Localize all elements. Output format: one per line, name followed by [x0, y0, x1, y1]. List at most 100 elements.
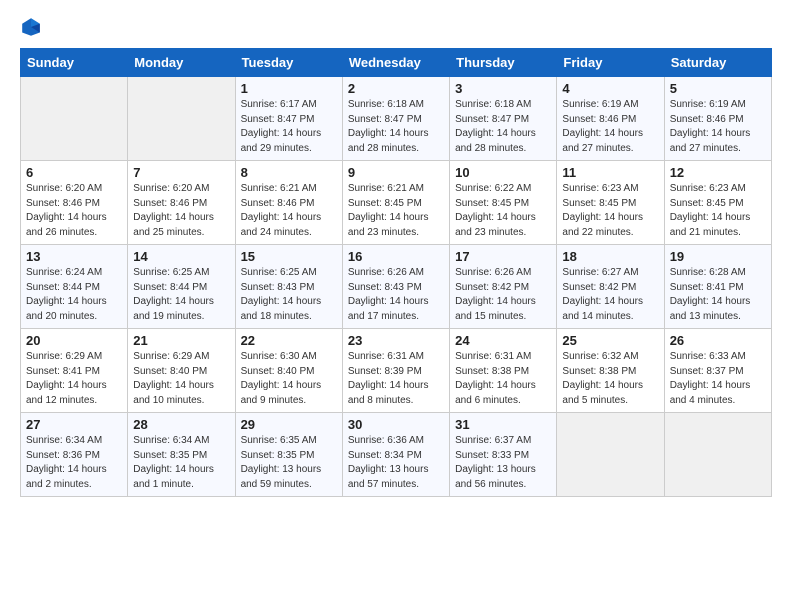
calendar-cell: 8 Sunrise: 6:21 AM Sunset: 8:46 PM Daylig…: [235, 161, 342, 245]
day-info: Sunrise: 6:24 AM Sunset: 8:44 PM Dayligh…: [26, 266, 122, 324]
day-info: Sunrise: 6:37 AM Sunset: 8:33 PM Dayligh…: [455, 434, 551, 492]
calendar-cell: 21 Sunrise: 6:29 AM Sunset: 8:40 PM Dayli…: [128, 329, 235, 413]
day-info: Sunrise: 6:35 AM Sunset: 8:35 PM Dayligh…: [241, 434, 337, 492]
day-number: 25: [562, 333, 658, 348]
calendar-cell: 3 Sunrise: 6:18 AM Sunset: 8:47 PM Daylig…: [450, 77, 557, 161]
day-number: 8: [241, 165, 337, 180]
calendar-cell: 23 Sunrise: 6:31 AM Sunset: 8:39 PM Dayli…: [342, 329, 449, 413]
day-number: 28: [133, 417, 229, 432]
day-number: 29: [241, 417, 337, 432]
day-info: Sunrise: 6:26 AM Sunset: 8:43 PM Dayligh…: [348, 266, 444, 324]
calendar-cell: 16 Sunrise: 6:26 AM Sunset: 8:43 PM Dayli…: [342, 245, 449, 329]
calendar-cell: [664, 413, 771, 497]
day-info: Sunrise: 6:28 AM Sunset: 8:41 PM Dayligh…: [670, 266, 766, 324]
day-info: Sunrise: 6:27 AM Sunset: 8:42 PM Dayligh…: [562, 266, 658, 324]
day-number: 9: [348, 165, 444, 180]
day-info: Sunrise: 6:32 AM Sunset: 8:38 PM Dayligh…: [562, 350, 658, 408]
day-number: 18: [562, 249, 658, 264]
day-number: 6: [26, 165, 122, 180]
calendar-week-1: 1 Sunrise: 6:17 AM Sunset: 8:47 PM Daylig…: [21, 77, 772, 161]
calendar-cell: 27 Sunrise: 6:34 AM Sunset: 8:36 PM Dayli…: [21, 413, 128, 497]
day-number: 26: [670, 333, 766, 348]
logo: [20, 16, 46, 38]
day-number: 1: [241, 81, 337, 96]
weekday-header-friday: Friday: [557, 49, 664, 77]
calendar-cell: 15 Sunrise: 6:25 AM Sunset: 8:43 PM Dayli…: [235, 245, 342, 329]
day-info: Sunrise: 6:23 AM Sunset: 8:45 PM Dayligh…: [562, 182, 658, 240]
weekday-header-tuesday: Tuesday: [235, 49, 342, 77]
day-number: 30: [348, 417, 444, 432]
day-number: 11: [562, 165, 658, 180]
calendar-cell: 14 Sunrise: 6:25 AM Sunset: 8:44 PM Dayli…: [128, 245, 235, 329]
calendar-cell: 25 Sunrise: 6:32 AM Sunset: 8:38 PM Dayli…: [557, 329, 664, 413]
day-info: Sunrise: 6:19 AM Sunset: 8:46 PM Dayligh…: [562, 98, 658, 156]
calendar-cell: 13 Sunrise: 6:24 AM Sunset: 8:44 PM Dayli…: [21, 245, 128, 329]
calendar-week-3: 13 Sunrise: 6:24 AM Sunset: 8:44 PM Dayli…: [21, 245, 772, 329]
calendar-cell: 17 Sunrise: 6:26 AM Sunset: 8:42 PM Dayli…: [450, 245, 557, 329]
weekday-header-monday: Monday: [128, 49, 235, 77]
day-info: Sunrise: 6:19 AM Sunset: 8:46 PM Dayligh…: [670, 98, 766, 156]
day-number: 22: [241, 333, 337, 348]
calendar-week-2: 6 Sunrise: 6:20 AM Sunset: 8:46 PM Daylig…: [21, 161, 772, 245]
day-info: Sunrise: 6:31 AM Sunset: 8:39 PM Dayligh…: [348, 350, 444, 408]
header: [20, 16, 772, 38]
day-number: 13: [26, 249, 122, 264]
day-info: Sunrise: 6:21 AM Sunset: 8:46 PM Dayligh…: [241, 182, 337, 240]
calendar-cell: 1 Sunrise: 6:17 AM Sunset: 8:47 PM Daylig…: [235, 77, 342, 161]
weekday-header-saturday: Saturday: [664, 49, 771, 77]
day-number: 17: [455, 249, 551, 264]
calendar-cell: 2Sunrise: 6:18 AM Sunset: 8:47 PM Daylig…: [342, 77, 449, 161]
day-number: 15: [241, 249, 337, 264]
day-info: Sunrise: 6:20 AM Sunset: 8:46 PM Dayligh…: [26, 182, 122, 240]
calendar-cell: 24 Sunrise: 6:31 AM Sunset: 8:38 PM Dayli…: [450, 329, 557, 413]
day-number: 23: [348, 333, 444, 348]
calendar-cell: 26 Sunrise: 6:33 AM Sunset: 8:37 PM Dayli…: [664, 329, 771, 413]
day-info: Sunrise: 6:31 AM Sunset: 8:38 PM Dayligh…: [455, 350, 551, 408]
calendar-cell: 11 Sunrise: 6:23 AM Sunset: 8:45 PM Dayli…: [557, 161, 664, 245]
day-info: Sunrise: 6:22 AM Sunset: 8:45 PM Dayligh…: [455, 182, 551, 240]
calendar-cell: 10Sunrise: 6:22 AM Sunset: 8:45 PM Dayli…: [450, 161, 557, 245]
day-info: Sunrise: 6:34 AM Sunset: 8:36 PM Dayligh…: [26, 434, 122, 492]
weekday-header-thursday: Thursday: [450, 49, 557, 77]
page: SundayMondayTuesdayWednesdayThursdayFrid…: [0, 0, 792, 612]
calendar-cell: 20Sunrise: 6:29 AM Sunset: 8:41 PM Dayli…: [21, 329, 128, 413]
day-info: Sunrise: 6:18 AM Sunset: 8:47 PM Dayligh…: [348, 98, 444, 156]
calendar-cell: [128, 77, 235, 161]
calendar-cell: 12 Sunrise: 6:23 AM Sunset: 8:45 PM Dayli…: [664, 161, 771, 245]
logo-icon: [20, 16, 42, 38]
day-info: Sunrise: 6:18 AM Sunset: 8:47 PM Dayligh…: [455, 98, 551, 156]
day-number: 7: [133, 165, 229, 180]
day-info: Sunrise: 6:25 AM Sunset: 8:43 PM Dayligh…: [241, 266, 337, 324]
day-number: 12: [670, 165, 766, 180]
calendar-table: SundayMondayTuesdayWednesdayThursdayFrid…: [20, 48, 772, 497]
day-info: Sunrise: 6:33 AM Sunset: 8:37 PM Dayligh…: [670, 350, 766, 408]
day-number: 31: [455, 417, 551, 432]
day-number: 3: [455, 81, 551, 96]
day-info: Sunrise: 6:23 AM Sunset: 8:45 PM Dayligh…: [670, 182, 766, 240]
day-info: Sunrise: 6:17 AM Sunset: 8:47 PM Dayligh…: [241, 98, 337, 156]
day-number: 24: [455, 333, 551, 348]
calendar-week-4: 20Sunrise: 6:29 AM Sunset: 8:41 PM Dayli…: [21, 329, 772, 413]
day-info: Sunrise: 6:36 AM Sunset: 8:34 PM Dayligh…: [348, 434, 444, 492]
weekday-header-wednesday: Wednesday: [342, 49, 449, 77]
calendar-cell: [21, 77, 128, 161]
calendar-cell: [557, 413, 664, 497]
calendar-cell: 28Sunrise: 6:34 AM Sunset: 8:35 PM Dayli…: [128, 413, 235, 497]
calendar-cell: 9 Sunrise: 6:21 AM Sunset: 8:45 PM Daylig…: [342, 161, 449, 245]
day-number: 21: [133, 333, 229, 348]
calendar-cell: 6 Sunrise: 6:20 AM Sunset: 8:46 PM Daylig…: [21, 161, 128, 245]
day-number: 14: [133, 249, 229, 264]
weekday-header-row: SundayMondayTuesdayWednesdayThursdayFrid…: [21, 49, 772, 77]
day-number: 20: [26, 333, 122, 348]
day-info: Sunrise: 6:30 AM Sunset: 8:40 PM Dayligh…: [241, 350, 337, 408]
day-info: Sunrise: 6:21 AM Sunset: 8:45 PM Dayligh…: [348, 182, 444, 240]
day-info: Sunrise: 6:25 AM Sunset: 8:44 PM Dayligh…: [133, 266, 229, 324]
calendar-week-5: 27 Sunrise: 6:34 AM Sunset: 8:36 PM Dayli…: [21, 413, 772, 497]
day-number: 16: [348, 249, 444, 264]
day-number: 27: [26, 417, 122, 432]
day-number: 5: [670, 81, 766, 96]
day-info: Sunrise: 6:29 AM Sunset: 8:40 PM Dayligh…: [133, 350, 229, 408]
calendar-cell: 29 Sunrise: 6:35 AM Sunset: 8:35 PM Dayli…: [235, 413, 342, 497]
day-info: Sunrise: 6:26 AM Sunset: 8:42 PM Dayligh…: [455, 266, 551, 324]
calendar-cell: 4Sunrise: 6:19 AM Sunset: 8:46 PM Daylig…: [557, 77, 664, 161]
